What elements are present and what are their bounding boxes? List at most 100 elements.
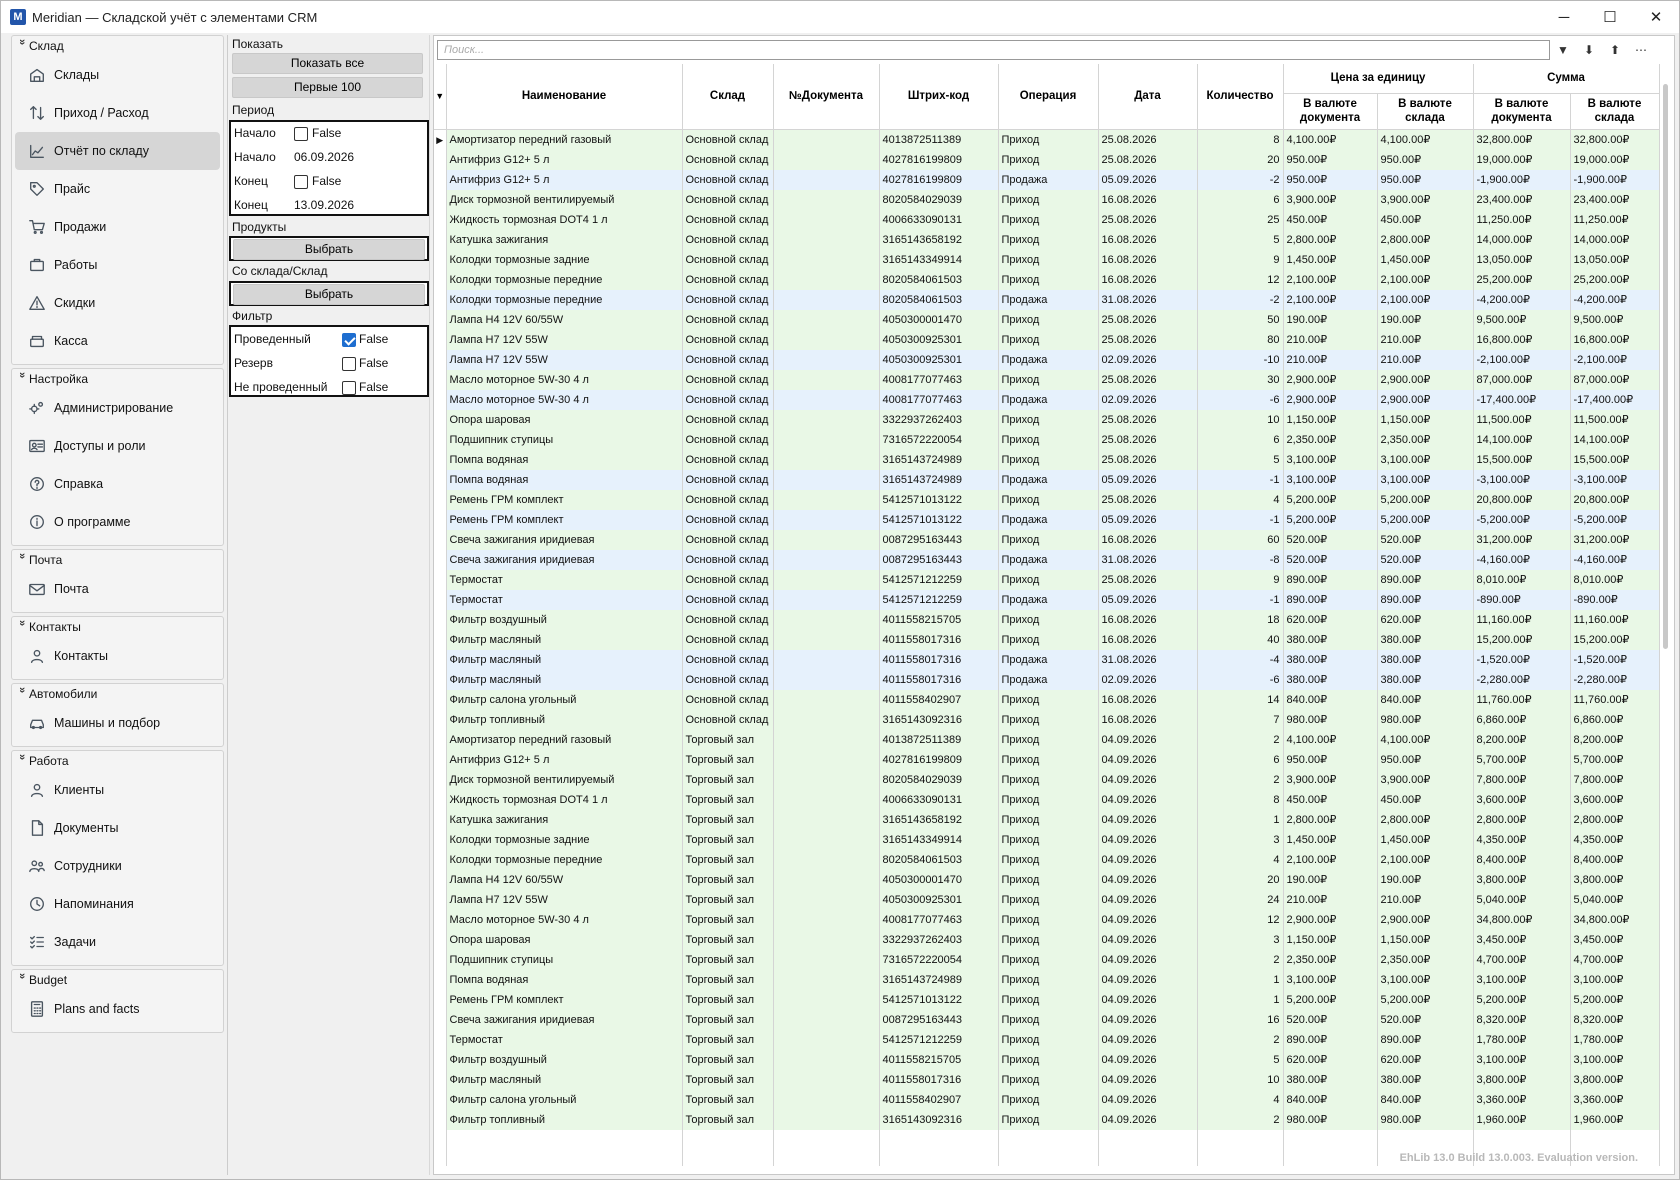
cell-operation[interactable]: Продажа: [998, 589, 1099, 610]
cell-barcode[interactable]: 4050300925301: [879, 349, 999, 370]
row-indicator[interactable]: [434, 1029, 447, 1050]
table-row[interactable]: Подшипник ступицы Торговый зал 73165722200…: [434, 949, 1660, 970]
cell-barcode[interactable]: 4006633090131: [879, 789, 999, 810]
cell-quantity[interactable]: 3: [1197, 929, 1284, 950]
cell-price-wh[interactable]: 2,900.00₽: [1377, 909, 1474, 930]
cell-warehouse[interactable]: Основной склад: [682, 549, 774, 570]
row-indicator[interactable]: [434, 809, 447, 830]
vertical-scrollbar[interactable]: [1660, 66, 1672, 1170]
cell-sum-doc[interactable]: 23,400.00₽: [1473, 189, 1571, 210]
row-indicator[interactable]: [434, 149, 447, 170]
cell-name[interactable]: Диск тормозной вентилируемый: [446, 769, 683, 790]
cell-date[interactable]: 31.08.2026: [1098, 289, 1198, 310]
cell-quantity[interactable]: -8: [1197, 549, 1284, 570]
cell-price-wh[interactable]: 980.00₽: [1377, 1109, 1474, 1130]
cell-document[interactable]: [773, 1049, 880, 1070]
row-indicator[interactable]: [434, 949, 447, 970]
cell-date[interactable]: 25.08.2026: [1098, 329, 1198, 350]
cell-price-doc[interactable]: 2,800.00₽: [1283, 809, 1378, 830]
cell-barcode[interactable]: 5412571212259: [879, 589, 999, 610]
cell-price-wh[interactable]: 980.00₽: [1377, 709, 1474, 730]
cell-operation[interactable]: Продажа: [998, 169, 1099, 190]
cell-sum-wh[interactable]: 3,450.00₽: [1570, 929, 1660, 950]
cell-warehouse[interactable]: Основной склад: [682, 169, 774, 190]
sidebar-item[interactable]: Работы: [15, 246, 220, 284]
cell-warehouse[interactable]: Основной склад: [682, 349, 774, 370]
cell-warehouse[interactable]: Торговый зал: [682, 769, 774, 790]
cell-price-doc[interactable]: 2,800.00₽: [1283, 229, 1378, 250]
cell-operation[interactable]: Приход: [998, 889, 1099, 910]
cell-price-wh[interactable]: 5,200.00₽: [1377, 989, 1474, 1010]
cell-sum-wh[interactable]: -17,400.00₽: [1570, 389, 1660, 410]
table-row[interactable]: Колодки тормозные передние Торговый зал 80…: [434, 849, 1660, 870]
cell-price-doc[interactable]: 2,100.00₽: [1283, 289, 1378, 310]
nav-group-header[interactable]: » Автомобили: [12, 684, 223, 704]
cell-sum-wh[interactable]: 14,100.00₽: [1570, 429, 1660, 450]
cell-warehouse[interactable]: Торговый зал: [682, 1109, 774, 1130]
cell-date[interactable]: 02.09.2026: [1098, 389, 1198, 410]
row-indicator[interactable]: [434, 929, 447, 950]
cell-operation[interactable]: Приход: [998, 1029, 1099, 1050]
cell-sum-doc[interactable]: 25,200.00₽: [1473, 269, 1571, 290]
cell-date[interactable]: 16.08.2026: [1098, 629, 1198, 650]
cell-sum-wh[interactable]: 11,500.00₽: [1570, 409, 1660, 430]
cell-warehouse[interactable]: Основной склад: [682, 249, 774, 270]
collapse-chevron-icon[interactable]: »: [16, 754, 28, 768]
cell-name[interactable]: Фильтр воздушный: [446, 609, 683, 630]
cell-price-doc[interactable]: 980.00₽: [1283, 1109, 1378, 1130]
cell-sum-doc[interactable]: 16,800.00₽: [1473, 329, 1571, 350]
cell-price-wh[interactable]: 380.00₽: [1377, 629, 1474, 650]
table-row[interactable]: Свеча зажигания иридиевая Основной склад 0…: [434, 529, 1660, 550]
cell-date[interactable]: 04.09.2026: [1098, 969, 1198, 990]
table-row[interactable]: Лампа H4 12V 60/55W Основной склад 4050300…: [434, 309, 1660, 330]
cell-warehouse[interactable]: Торговый зал: [682, 1029, 774, 1050]
sidebar-item[interactable]: Скидки: [15, 284, 220, 322]
cell-quantity[interactable]: 2: [1197, 769, 1284, 790]
cell-sum-doc[interactable]: 14,000.00₽: [1473, 229, 1571, 250]
cell-price-wh[interactable]: 1,450.00₽: [1377, 829, 1474, 850]
cell-sum-doc[interactable]: 7,800.00₽: [1473, 769, 1571, 790]
cell-name[interactable]: Свеча зажигания иридиевая: [446, 1009, 683, 1030]
cell-sum-doc[interactable]: 9,500.00₽: [1473, 309, 1571, 330]
cell-operation[interactable]: Приход: [998, 729, 1099, 750]
cell-warehouse[interactable]: Торговый зал: [682, 789, 774, 810]
export-down-icon[interactable]: ⬇: [1580, 41, 1598, 59]
cell-barcode[interactable]: 4011558017316: [879, 629, 999, 650]
cell-barcode[interactable]: 3165143658192: [879, 809, 999, 830]
end-date-field[interactable]: 13.09.2026: [294, 198, 354, 212]
cell-sum-doc[interactable]: 3,360.00₽: [1473, 1089, 1571, 1110]
cell-warehouse[interactable]: Основной склад: [682, 609, 774, 630]
cell-sum-doc[interactable]: 8,320.00₽: [1473, 1009, 1571, 1030]
cell-price-doc[interactable]: 2,900.00₽: [1283, 369, 1378, 390]
cell-date[interactable]: 04.09.2026: [1098, 1049, 1198, 1070]
row-indicator[interactable]: [434, 349, 447, 370]
cell-name[interactable]: Свеча зажигания иридиевая: [446, 549, 683, 570]
cell-price-wh[interactable]: 1,450.00₽: [1377, 249, 1474, 270]
cell-name[interactable]: Опора шаровая: [446, 409, 683, 430]
cell-price-wh[interactable]: 520.00₽: [1377, 1009, 1474, 1030]
collapse-chevron-icon[interactable]: »: [16, 39, 28, 53]
row-indicator[interactable]: [434, 369, 447, 390]
cell-operation[interactable]: Приход: [998, 429, 1099, 450]
cell-quantity[interactable]: 12: [1197, 269, 1284, 290]
cell-document[interactable]: [773, 1009, 880, 1030]
cell-barcode[interactable]: 0087295163443: [879, 529, 999, 550]
cell-quantity[interactable]: 6: [1197, 189, 1284, 210]
first-100-button[interactable]: Первые 100: [232, 77, 423, 98]
cell-name[interactable]: Антифриз G12+ 5 л: [446, 169, 683, 190]
sidebar-item[interactable]: Продажи: [15, 208, 220, 246]
cell-sum-doc[interactable]: -17,400.00₽: [1473, 389, 1571, 410]
header-document[interactable]: №Документа: [773, 64, 880, 130]
cell-price-doc[interactable]: 620.00₽: [1283, 1049, 1378, 1070]
cell-document[interactable]: [773, 269, 880, 290]
cell-warehouse[interactable]: Торговый зал: [682, 829, 774, 850]
cell-barcode[interactable]: 8020584029039: [879, 189, 999, 210]
cell-document[interactable]: [773, 729, 880, 750]
cell-warehouse[interactable]: Основной склад: [682, 369, 774, 390]
cell-quantity[interactable]: 9: [1197, 249, 1284, 270]
cell-sum-doc[interactable]: -2,100.00₽: [1473, 349, 1571, 370]
cell-sum-doc[interactable]: 87,000.00₽: [1473, 369, 1571, 390]
cell-document[interactable]: [773, 769, 880, 790]
collapse-chevron-icon[interactable]: »: [16, 973, 28, 987]
cell-sum-doc[interactable]: -1,900.00₽: [1473, 169, 1571, 190]
